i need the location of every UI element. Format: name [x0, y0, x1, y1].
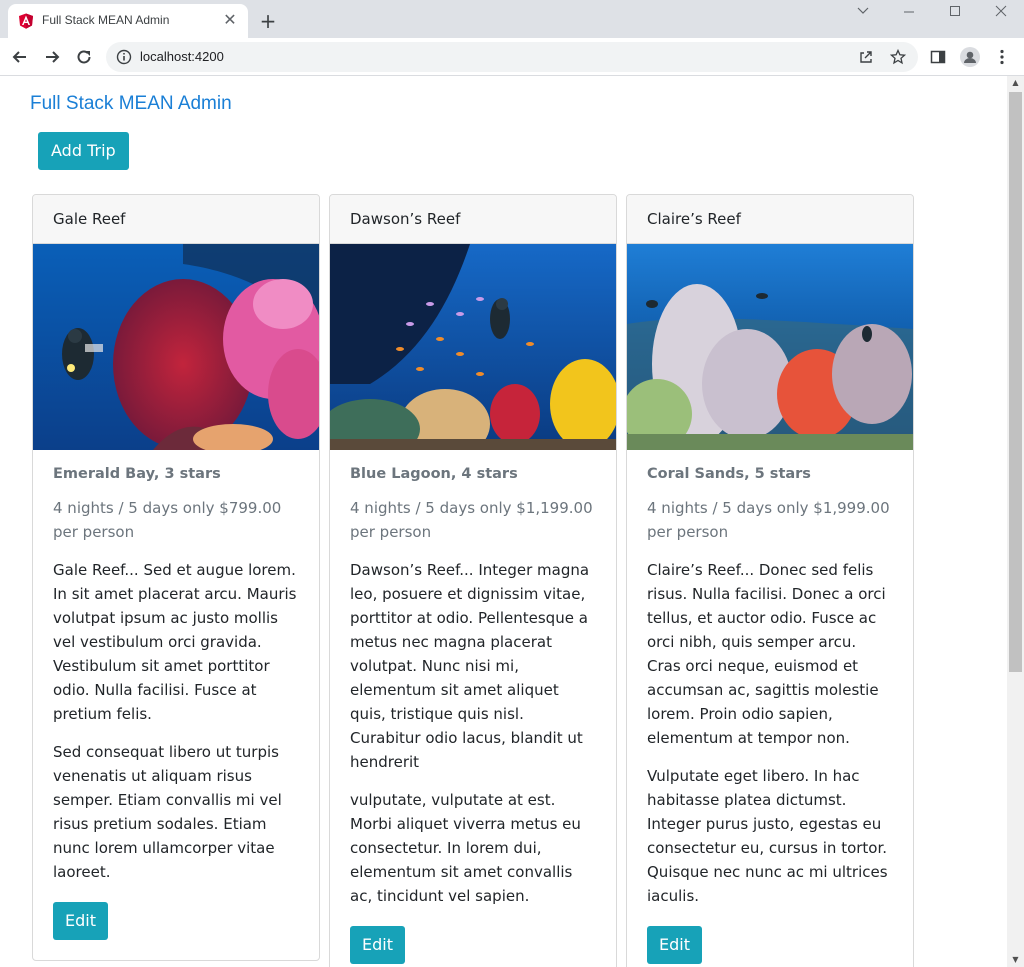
reef-image [33, 244, 319, 450]
address-bar[interactable]: localhost:4200 [106, 42, 918, 72]
reef-image [330, 244, 616, 450]
card-price: 4 nights / 5 days only $799.00 per perso… [53, 499, 282, 541]
card-price: 4 nights / 5 days only $1,999.00 per per… [647, 499, 890, 541]
browser-toolbar: localhost:4200 [0, 38, 1024, 76]
close-window-icon[interactable] [978, 0, 1024, 24]
card-header: Dawson’s Reef [330, 195, 616, 244]
tab-close-icon[interactable]: ✕ [220, 10, 240, 30]
tab-search-icon[interactable] [840, 0, 886, 24]
profile-avatar-icon[interactable] [960, 47, 980, 67]
page-scrollbar[interactable]: ▲ ▼ [1007, 76, 1024, 967]
add-trip-button[interactable]: Add Trip [38, 132, 129, 170]
card-description: Dawson’s Reef... Integer magna leo, posu… [350, 561, 590, 771]
card-body: Coral Sands, 5 stars 4 nights / 5 days o… [627, 450, 913, 967]
bookmark-star-icon[interactable] [890, 49, 906, 65]
trip-card: Dawson’s Reef Blue Lagoon, 4 stars 4 nig… [329, 194, 617, 967]
trip-card: Claire’s Reef Coral Sands, 5 stars 4 nig… [626, 194, 914, 967]
card-title: Coral Sands, 5 stars [647, 466, 811, 482]
card-title: Blue Lagoon, 4 stars [350, 466, 518, 482]
browser-tab[interactable]: Full Stack MEAN Admin ✕ [8, 4, 248, 38]
edit-button[interactable]: Edit [53, 902, 108, 940]
back-icon[interactable] [8, 45, 32, 69]
scrollbar-thumb[interactable] [1009, 92, 1022, 672]
card-description: Claire’s Reef... Donec sed felis risus. … [647, 561, 886, 747]
tab-strip: Full Stack MEAN Admin ✕ + [0, 0, 1024, 38]
edit-button[interactable]: Edit [647, 926, 702, 964]
card-description: Sed consequat libero ut turpis venenatis… [53, 743, 282, 881]
card-price: 4 nights / 5 days only $1,199.00 per per… [350, 499, 593, 541]
card-body: Emerald Bay, 3 stars 4 nights / 5 days o… [33, 450, 319, 960]
card-body: Blue Lagoon, 4 stars 4 nights / 5 days o… [330, 450, 616, 967]
card-title: Emerald Bay, 3 stars [53, 466, 221, 482]
minimize-icon[interactable] [886, 0, 932, 24]
reef-image [627, 244, 913, 450]
card-description: vulputate, vulputate at est. Morbi aliqu… [350, 791, 581, 905]
card-header: Claire’s Reef [627, 195, 913, 244]
url-text: localhost:4200 [140, 49, 224, 64]
maximize-icon[interactable] [932, 0, 978, 24]
new-tab-icon[interactable]: + [256, 10, 280, 34]
menu-kebab-icon[interactable] [992, 47, 1012, 67]
edit-button[interactable]: Edit [350, 926, 405, 964]
site-info-icon[interactable] [116, 49, 132, 65]
trip-card: Gale Reef Emerald Bay, 3 stars 4 nights … [32, 194, 320, 961]
page-content: Full Stack MEAN Admin Add Trip Gale Reef [0, 77, 1007, 967]
card-header: Gale Reef [33, 195, 319, 244]
tab-title: Full Stack MEAN Admin [42, 13, 170, 27]
card-description: Vulputate eget libero. In hac habitasse … [647, 767, 888, 905]
side-panel-icon[interactable] [928, 47, 948, 67]
share-icon[interactable] [858, 49, 874, 65]
navbar-brand[interactable]: Full Stack MEAN Admin [30, 93, 232, 115]
forward-icon[interactable] [40, 45, 64, 69]
reload-icon[interactable] [72, 45, 96, 69]
scroll-up-icon[interactable]: ▲ [1007, 76, 1024, 90]
card-description: Gale Reef... Sed et augue lorem. In sit … [53, 561, 297, 723]
scroll-down-icon[interactable]: ▼ [1007, 953, 1024, 967]
angular-icon [19, 13, 33, 29]
